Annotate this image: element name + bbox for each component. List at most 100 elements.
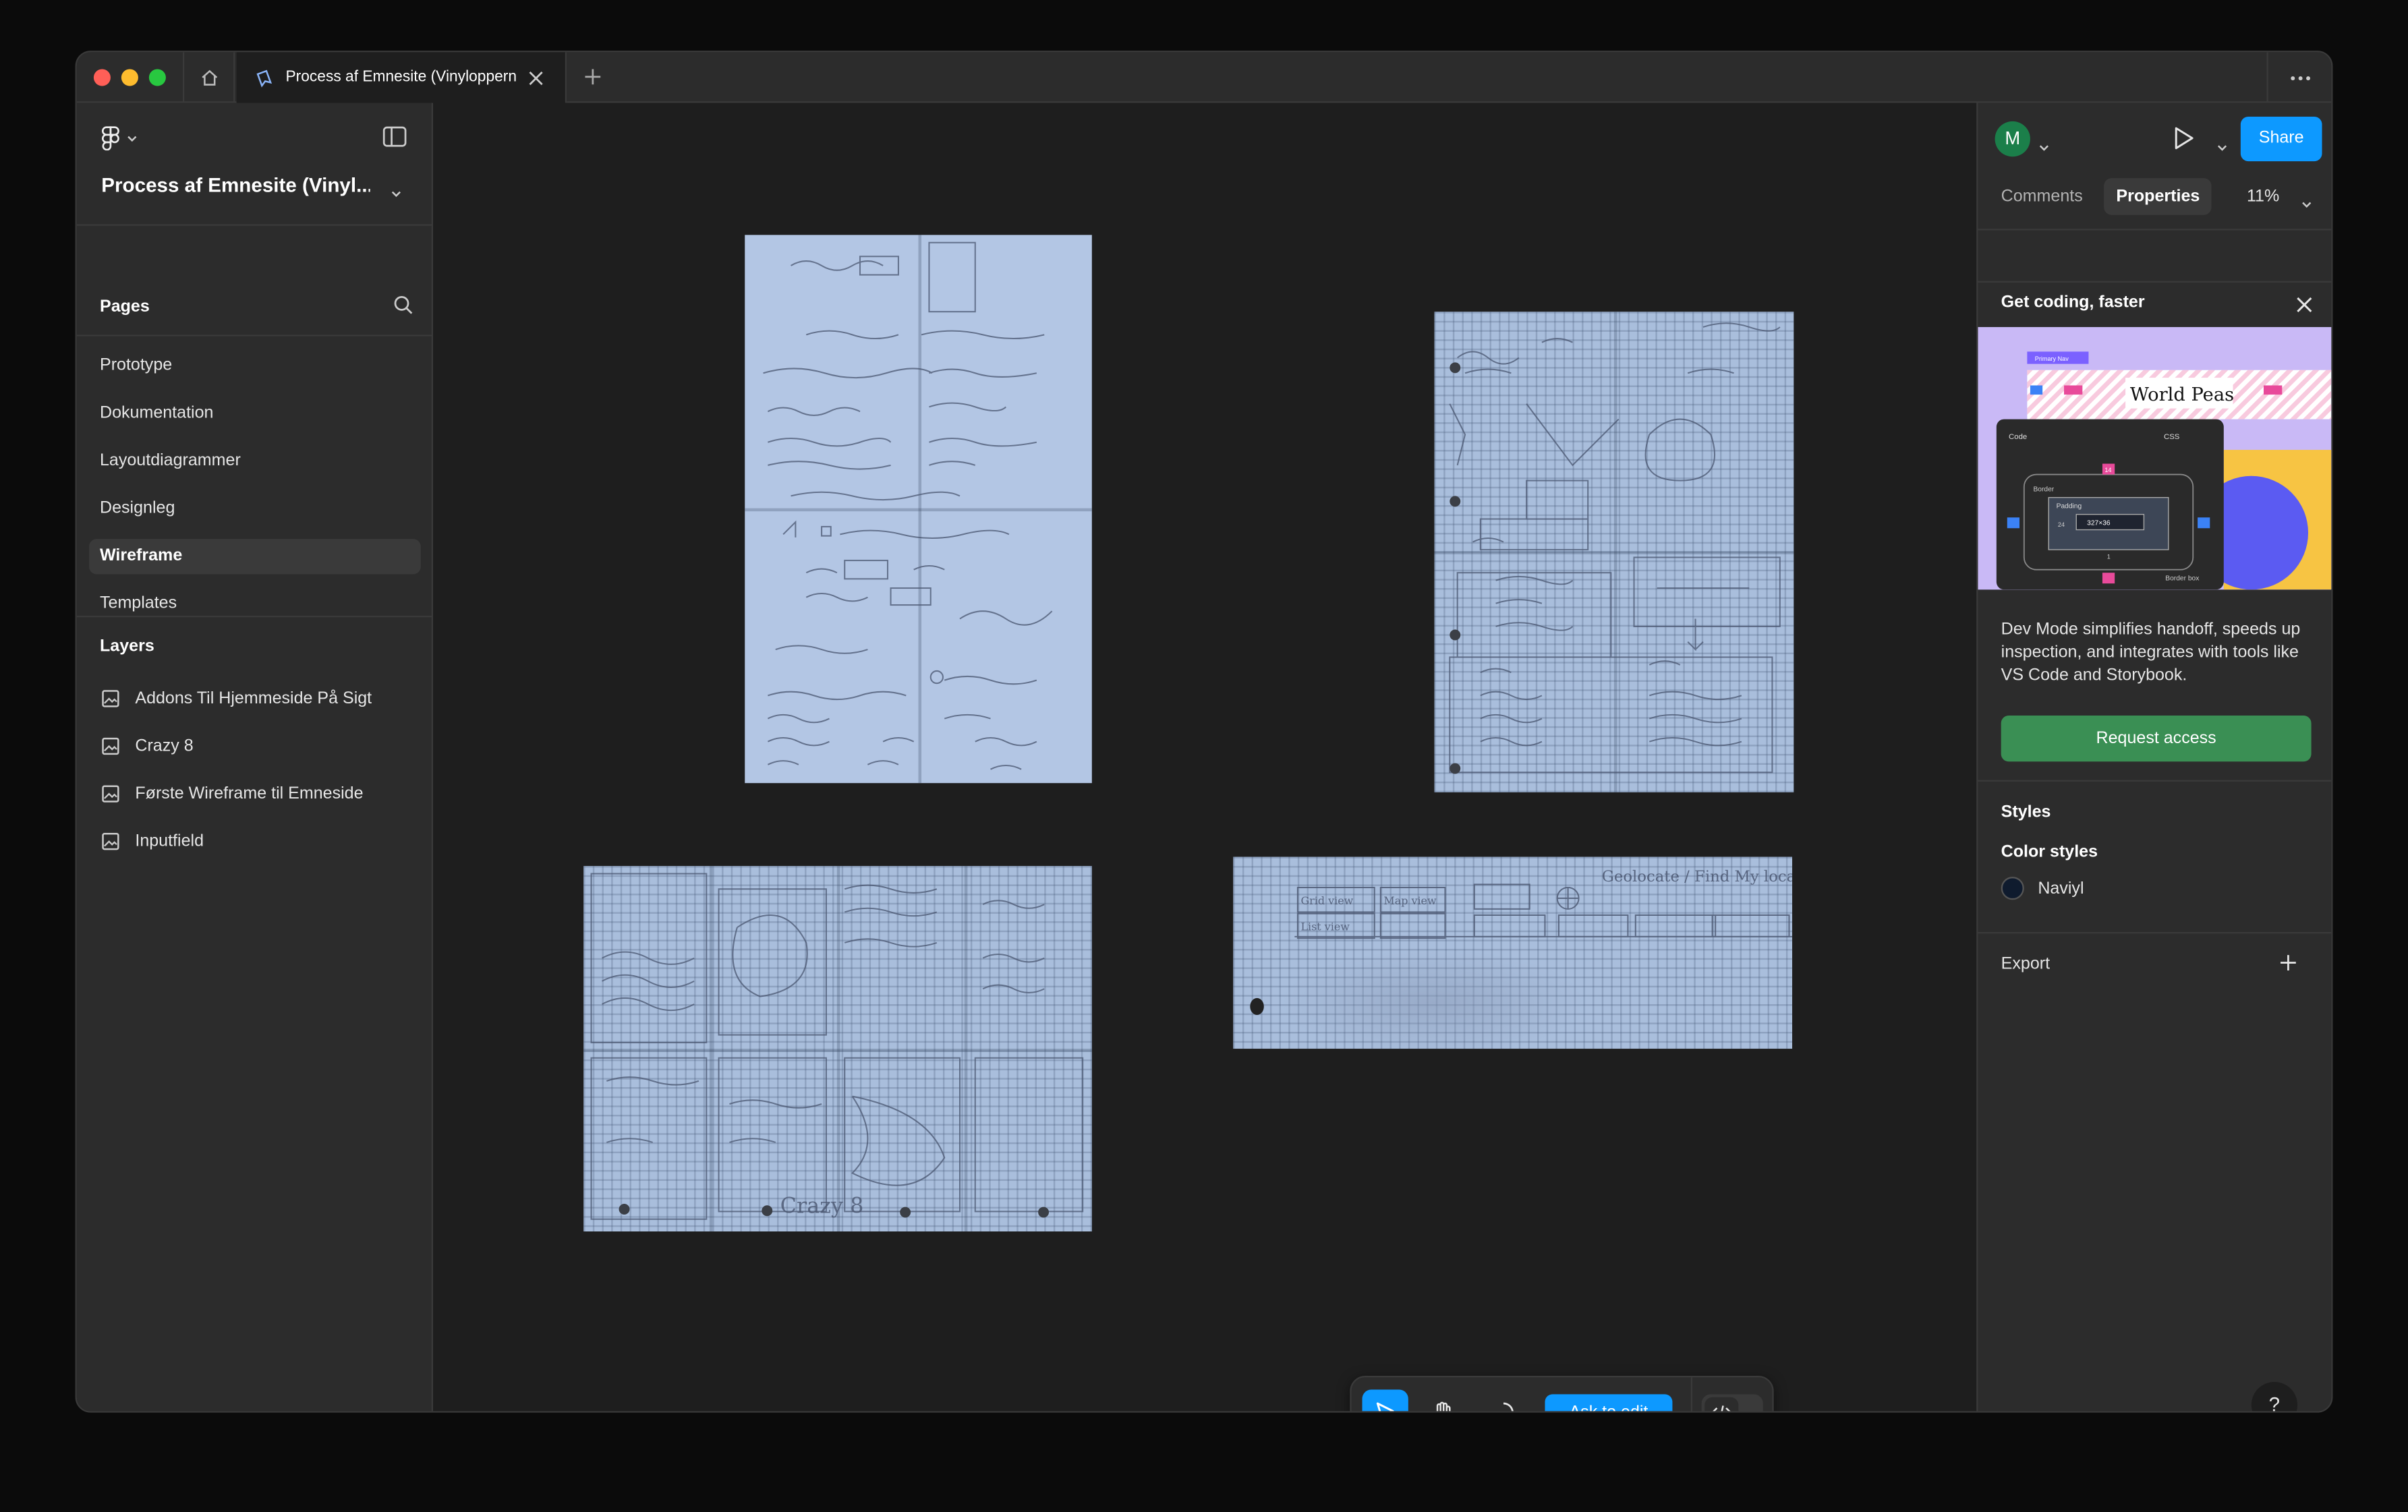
layer-label: Crazy 8 [135,736,194,756]
dev-mode-toggle[interactable] [1701,1394,1763,1412]
promo-illustration: Primary Nav World Peas Code CSS Border P… [1978,326,2332,590]
promo-border-label: Border [2033,486,2054,494]
zoom-level[interactable]: 11% [2247,178,2279,215]
avatar-menu-chevron[interactable] [2038,134,2050,161]
tab-comments[interactable]: Comments [1988,178,2095,215]
share-button[interactable]: Share [2240,117,2322,162]
tab-properties[interactable]: Properties [2104,178,2212,215]
wireframe-scribbles [1449,322,1781,774]
add-export-button[interactable] [2279,952,2297,980]
promo-code-label: Code [2009,433,2027,441]
color-swatch [2001,877,2024,900]
sketch-image-forste-wireframe[interactable] [1434,312,1794,792]
page-item-prototype[interactable]: Prototype [89,349,421,384]
promo-border-box-label: Border box [2165,575,2199,583]
ask-to-edit-button[interactable]: Ask to edit [1545,1394,1673,1412]
move-tool-button[interactable] [1362,1389,1408,1412]
home-icon [201,69,217,86]
promo-value-14: 14 [2104,467,2111,473]
divider [1978,932,2332,934]
new-tab-button[interactable] [581,65,605,89]
map-view-note: Map view [1383,894,1437,907]
layer-item[interactable]: Crazy 8 [101,731,194,762]
divider [1978,229,2332,231]
figma-file-icon [256,69,273,87]
divider [76,335,434,337]
comment-tool-icon [1503,1402,1514,1412]
color-style-name: Naviyl [2038,879,2084,898]
image-icon [102,785,119,803]
color-styles-heading: Color styles [2001,842,2098,862]
sketch-image-addons[interactable] [745,235,1092,784]
inputfield-scribbles: Geolocate / Find My location Grid view M… [1279,868,1793,1049]
zoom-window-button[interactable] [148,69,166,86]
page-item-wireframe[interactable]: Wireframe [89,539,421,575]
chevron-down-icon [2039,145,2048,151]
promo-padding-label: Padding [2057,503,2082,511]
pages-heading: Pages [99,297,150,317]
figma-logo-icon [102,126,119,151]
file-tab[interactable]: Process af Emnesite (Vinylopperne) [236,52,567,103]
close-tab-button[interactable] [528,70,544,86]
bottom-toolbar: Ask to edit [1350,1376,1774,1412]
comment-tool-button[interactable] [1481,1390,1526,1412]
crazy-8-scribbles: Crazy 8 [590,873,1084,1220]
present-options-chevron[interactable] [2216,134,2228,161]
divider [1978,780,2332,782]
image-icon [102,737,119,755]
styles-heading: Styles [2001,803,2051,822]
hand-tool-button[interactable] [1421,1390,1466,1412]
layer-item[interactable]: Første Wireframe til Emneside [101,778,364,809]
layer-item[interactable]: Inputfield [101,826,204,857]
plus-icon [585,69,601,85]
search-pages-button[interactable] [393,295,413,322]
divider [76,224,434,226]
layers-heading: Layers [99,637,154,656]
layer-item[interactable]: Addons Til Hjemmeside På Sigt [101,683,372,714]
promo-size-label: 327×36 [2087,520,2111,527]
file-menu-chevron[interactable] [390,179,402,207]
chevron-down-icon [2217,145,2227,151]
sketch-image-crazy-8[interactable]: Crazy 8 [583,866,1092,1231]
move-tool-icon [1376,1402,1394,1412]
export-heading: Export [2001,955,2051,974]
image-icon [102,833,119,850]
sketch-image-inputfield[interactable]: Geolocate / Find My location Grid view M… [1233,856,1793,1049]
promo-description: Dev Mode simplifies handoff, speeds up i… [2001,620,2301,685]
layer-label: Addons Til Hjemmeside På Sigt [135,689,372,708]
crazy-8-label: Crazy 8 [780,1193,864,1219]
zoom-menu-chevron[interactable] [2301,190,2313,218]
minimize-window-button[interactable] [121,69,138,86]
right-sidebar: M Share Comments Properties 11% Get codi… [1976,103,2332,1412]
layer-label: Inputfield [135,832,204,851]
hand-tool-icon [1436,1401,1451,1412]
design-canvas[interactable]: Crazy 8 Geolocate / Find My loc Grid vie… [433,103,1977,1412]
more-menu-button[interactable] [2266,52,2332,103]
chevron-down-icon [127,136,137,142]
layer-label: Første Wireframe til Emneside [135,784,364,803]
present-button[interactable] [2173,126,2195,158]
close-window-button[interactable] [93,69,111,86]
title-bar: Process af Emnesite (Vinylopperne) [76,52,2332,103]
page-item-designleg[interactable]: Designleg [89,492,421,527]
chevron-down-icon [2302,202,2312,208]
page-item-layoutdiagrammer[interactable]: Layoutdiagrammer [89,444,421,479]
close-icon [2297,297,2312,313]
more-icon [2290,76,2310,80]
file-name[interactable]: Process af Emnesite (Vinyl... [101,173,370,196]
main-menu-button[interactable] [101,126,138,151]
home-button[interactable] [182,52,235,103]
promo-css-label: CSS [2164,433,2180,441]
help-button[interactable]: ? [2251,1382,2298,1412]
toggle-sidebar-button[interactable] [382,126,407,155]
color-style-item[interactable]: Naviyl [2001,877,2084,900]
avatar[interactable]: M [1995,121,2030,157]
page-item-dokumentation[interactable]: Dokumentation [89,396,421,431]
divider [1978,281,2332,283]
dev-mode-promo-image: Primary Nav World Peas Code CSS Border P… [1978,326,2332,590]
plus-icon [2281,955,2296,970]
geolocate-note: Geolocate / Find My location [1602,868,1792,885]
promo-value-1: 1 [2107,554,2111,560]
request-access-button[interactable]: Request access [2001,715,2312,762]
close-promo-button[interactable] [2296,293,2313,321]
